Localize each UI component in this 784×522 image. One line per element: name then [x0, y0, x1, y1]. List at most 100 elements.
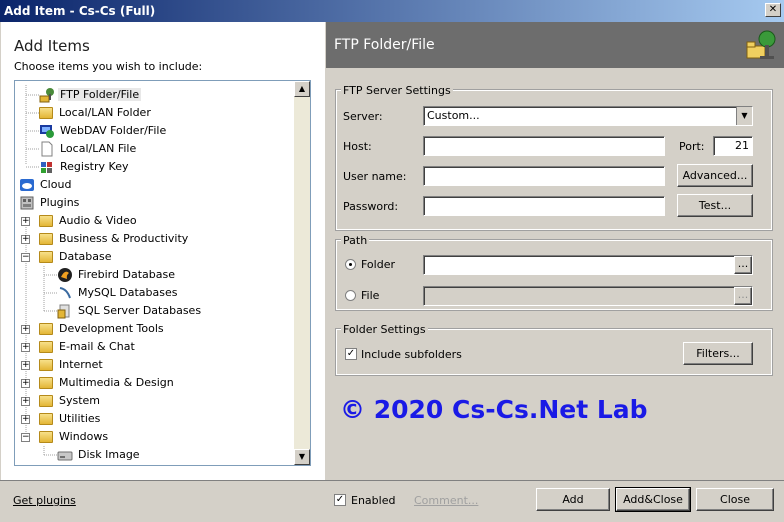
window-title: Add Item - Cs-Cs (Full) — [4, 4, 156, 18]
folder-icon — [39, 413, 53, 425]
expand-system-icon[interactable]: + — [21, 397, 30, 406]
tree-item-plugins[interactable]: Plugins — [19, 194, 81, 212]
folder-icon — [39, 215, 53, 227]
scroll-up-icon[interactable]: ▲ — [294, 81, 310, 97]
username-input[interactable] — [423, 166, 665, 186]
add-button[interactable]: Add — [536, 488, 610, 511]
folder-icon — [39, 251, 53, 263]
folder-icon — [39, 431, 53, 443]
browse-file-button[interactable]: ... — [734, 287, 752, 305]
folder-icon — [39, 359, 53, 371]
folder-radio[interactable] — [345, 259, 356, 270]
disk-image-icon — [57, 451, 73, 461]
file-icon — [41, 141, 53, 157]
tree-item-registry-key[interactable]: Registry Key — [39, 158, 130, 176]
folder-settings-title: Folder Settings — [341, 323, 428, 336]
tree-item-system[interactable]: System — [39, 392, 102, 410]
file-path-input[interactable] — [423, 286, 753, 306]
copyright-watermark: © 2020 Cs-Cs.Net Lab — [340, 395, 648, 424]
dropdown-arrow-icon[interactable]: ▼ — [736, 107, 752, 125]
comment-link[interactable]: Comment... — [414, 494, 478, 507]
tree-item-internet[interactable]: Internet — [39, 356, 105, 374]
path-title: Path — [341, 234, 370, 247]
host-input[interactable] — [423, 136, 665, 156]
tree-item-local-lan-file[interactable]: Local/LAN File — [39, 140, 138, 158]
expand-audio-video-icon[interactable]: + — [21, 217, 30, 226]
registry-icon — [41, 162, 52, 173]
expand-development-icon[interactable]: + — [21, 325, 30, 334]
file-radio[interactable] — [345, 290, 356, 301]
panel-title: FTP Folder/File — [334, 37, 435, 53]
include-subfolders-label: Include subfolders — [361, 348, 462, 361]
browse-folder-button[interactable]: ... — [734, 256, 752, 274]
enabled-label: Enabled — [351, 494, 396, 507]
item-tree: FTP Folder/File Local/LAN Folder WebDAV … — [14, 80, 311, 466]
folder-icon — [39, 107, 53, 119]
port-label: Port: — [679, 140, 705, 153]
folder-icon — [39, 233, 53, 245]
expand-business-icon[interactable]: + — [21, 235, 30, 244]
get-plugins-link[interactable]: Get plugins — [13, 494, 76, 507]
expand-internet-icon[interactable]: + — [21, 361, 30, 370]
ftp-server-settings-group: FTP Server Settings Server: Custom... ▼ … — [335, 84, 773, 231]
close-button[interactable]: Close — [696, 488, 774, 511]
password-input[interactable] — [423, 196, 665, 216]
tree-item-database[interactable]: Database — [39, 248, 114, 266]
tree-item-cloud[interactable]: Cloud — [19, 176, 73, 194]
folder-path-input[interactable] — [423, 255, 753, 275]
ftp-icon — [39, 88, 54, 103]
tree-item-multimedia[interactable]: Multimedia & Design — [39, 374, 176, 392]
tree-item-webdav[interactable]: WebDAV Folder/File — [39, 122, 168, 140]
host-label: Host: — [343, 140, 372, 153]
tree-item-ftp[interactable]: FTP Folder/File — [39, 86, 142, 104]
tree-item-development[interactable]: Development Tools — [39, 320, 166, 338]
tree-item-windows[interactable]: Windows — [39, 428, 110, 446]
tree-item-sql-server[interactable]: SQL Server Databases — [57, 302, 203, 320]
server-label: Server: — [343, 110, 383, 123]
cloud-icon — [20, 179, 34, 191]
collapse-database-icon[interactable]: − — [21, 253, 30, 262]
folder-settings-group: Folder Settings ✓ Include subfolders Fil… — [335, 323, 773, 376]
include-subfolders-checkbox[interactable]: ✓ — [345, 348, 357, 360]
scroll-down-icon[interactable]: ▼ — [294, 449, 310, 465]
tree-item-business[interactable]: Business & Productivity — [39, 230, 190, 248]
username-label: User name: — [343, 170, 407, 183]
server-value: Custom... — [427, 109, 480, 122]
folder-label: Folder — [361, 258, 395, 271]
tree-item-audio-video[interactable]: Audio & Video — [39, 212, 139, 230]
mysql-icon — [59, 287, 71, 299]
sqlserver-icon — [57, 304, 70, 319]
tree-item-utilities[interactable]: Utilities — [39, 410, 102, 428]
close-window-icon[interactable]: ✕ — [765, 3, 781, 17]
collapse-windows-icon[interactable]: − — [21, 433, 30, 442]
ftp-server-settings-title: FTP Server Settings — [341, 84, 453, 97]
add-items-pane: Add Items Choose items you wish to inclu… — [1, 22, 325, 480]
tree-item-local-lan-folder[interactable]: Local/LAN Folder — [39, 104, 153, 122]
tree-item-email-chat[interactable]: E-mail & Chat — [39, 338, 137, 356]
filters-button[interactable]: Filters... — [683, 342, 753, 365]
file-label: File — [361, 289, 380, 302]
test-button[interactable]: Test... — [677, 194, 753, 217]
expand-email-chat-icon[interactable]: + — [21, 343, 30, 352]
port-input[interactable]: 21 — [713, 136, 753, 156]
advanced-button[interactable]: Advanced... — [677, 164, 753, 187]
add-close-button[interactable]: Add&Close — [615, 487, 691, 512]
tree-item-mysql[interactable]: MySQL Databases — [57, 284, 179, 302]
server-select[interactable]: Custom... ▼ — [423, 106, 753, 126]
firebird-icon — [58, 268, 72, 282]
ftp-server-icon — [746, 30, 776, 59]
panel-header: FTP Folder/File — [326, 22, 784, 68]
expand-multimedia-icon[interactable]: + — [21, 379, 30, 388]
enabled-checkbox[interactable]: ✓ — [334, 494, 346, 506]
window-titlebar: Add Item - Cs-Cs (Full) ✕ — [0, 0, 784, 22]
tree-scrollbar[interactable]: ▲ ▼ — [294, 81, 310, 465]
tree-item-firebird[interactable]: Firebird Database — [57, 266, 177, 284]
add-items-title: Add Items — [14, 37, 90, 55]
folder-icon — [39, 323, 53, 335]
plugins-icon — [20, 196, 34, 210]
add-items-subtitle: Choose items you wish to include: — [14, 60, 203, 73]
webdav-icon — [40, 125, 54, 138]
expand-utilities-icon[interactable]: + — [21, 415, 30, 424]
folder-icon — [39, 395, 53, 407]
tree-item-disk-image[interactable]: Disk Image — [57, 446, 142, 464]
